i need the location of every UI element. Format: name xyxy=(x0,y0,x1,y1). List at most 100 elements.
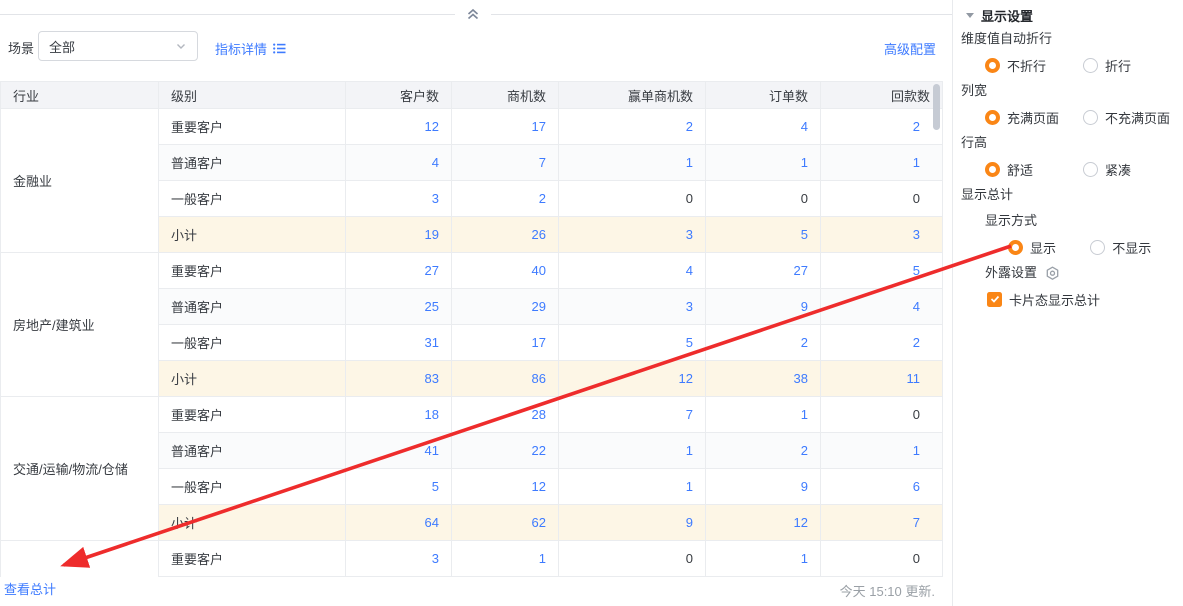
metric-value-link[interactable]: 1 xyxy=(686,155,693,170)
metric-value-link[interactable]: 28 xyxy=(532,407,546,422)
radio-unselected-icon[interactable] xyxy=(1083,109,1098,125)
value-cell: 5 xyxy=(345,468,452,505)
metric-value-link[interactable]: 40 xyxy=(532,263,546,278)
metric-value-link[interactable]: 27 xyxy=(425,263,439,278)
metric-detail-link[interactable]: 指标详情 xyxy=(215,39,287,58)
metric-value-link[interactable]: 18 xyxy=(425,407,439,422)
value-cell: 62 xyxy=(451,504,559,541)
metric-value-link[interactable]: 3 xyxy=(432,191,439,206)
radio-option[interactable]: 不充满页面 xyxy=(1083,108,1181,127)
value-cell: 40 xyxy=(451,252,559,289)
radio-selected-icon[interactable] xyxy=(985,109,1000,125)
metric-value-link[interactable]: 4 xyxy=(686,263,693,278)
metric-value-link[interactable]: 4 xyxy=(801,119,808,134)
metric-value-link[interactable]: 3 xyxy=(686,227,693,242)
metric-value-link[interactable]: 12 xyxy=(794,515,808,530)
radio-option[interactable]: 不折行 xyxy=(985,56,1083,75)
metric-value-link[interactable]: 1 xyxy=(913,155,920,170)
radio-option[interactable]: 充满页面 xyxy=(985,108,1083,127)
gear-icon[interactable] xyxy=(1044,265,1061,282)
vertical-scrollbar-thumb[interactable] xyxy=(933,84,940,130)
metric-value-link[interactable]: 86 xyxy=(532,371,546,386)
radio-option[interactable]: 舒适 xyxy=(985,160,1083,179)
metric-value-link[interactable]: 9 xyxy=(801,299,808,314)
metric-value-link[interactable]: 5 xyxy=(432,479,439,494)
column-header: 客户数 xyxy=(345,81,452,109)
radio-selected-icon[interactable] xyxy=(985,161,1000,177)
metric-value-link[interactable]: 2 xyxy=(801,443,808,458)
metric-value-link[interactable]: 7 xyxy=(913,515,920,530)
column-header: 订单数 xyxy=(705,81,821,109)
metric-value-link[interactable]: 17 xyxy=(532,119,546,134)
level-cell: 小计 xyxy=(158,504,346,541)
radio-option[interactable]: 紧凑 xyxy=(1083,160,1181,179)
radio-option[interactable]: 显示 xyxy=(1008,238,1090,257)
metric-value-link[interactable]: 41 xyxy=(425,443,439,458)
value-cell: 17 xyxy=(451,108,559,145)
metric-value: 0 xyxy=(685,191,693,206)
metric-value-link[interactable]: 19 xyxy=(425,227,439,242)
radio-unselected-icon[interactable] xyxy=(1083,161,1098,177)
metric-value-link[interactable]: 38 xyxy=(794,371,808,386)
metric-value-link[interactable]: 1 xyxy=(801,155,808,170)
radio-option[interactable]: 折行 xyxy=(1083,56,1181,75)
metric-value-link[interactable]: 1 xyxy=(539,551,546,566)
radio-selected-icon[interactable] xyxy=(1008,239,1023,255)
scene-select[interactable]: 全部 xyxy=(38,31,198,61)
metric-value-link[interactable]: 2 xyxy=(913,335,920,350)
advanced-config-link[interactable]: 高级配置 xyxy=(884,39,936,58)
metric-value-link[interactable]: 31 xyxy=(425,335,439,350)
metric-value-link[interactable]: 5 xyxy=(801,227,808,242)
metric-value-link[interactable]: 4 xyxy=(432,155,439,170)
metric-value-link[interactable]: 12 xyxy=(425,119,439,134)
metric-value-link[interactable]: 12 xyxy=(532,479,546,494)
radio-unselected-icon[interactable] xyxy=(1083,57,1098,73)
metric-value-link[interactable]: 62 xyxy=(532,515,546,530)
value-cell: 9 xyxy=(558,504,706,541)
metric-value-link[interactable]: 2 xyxy=(539,191,546,206)
metric-value-link[interactable]: 12 xyxy=(679,371,693,386)
metric-value-link[interactable]: 3 xyxy=(686,299,693,314)
radio-option-label: 充满页面 xyxy=(1007,110,1060,126)
metric-value-link[interactable]: 3 xyxy=(913,227,920,242)
metric-value-link[interactable]: 1 xyxy=(801,407,808,422)
metric-value-link[interactable]: 7 xyxy=(539,155,546,170)
metric-value-link[interactable]: 2 xyxy=(913,119,920,134)
metric-value-link[interactable]: 9 xyxy=(686,515,693,530)
industry-cell: 房地产/建筑业 xyxy=(0,252,159,397)
card-total-checkbox-row[interactable]: 卡片态显示总计 xyxy=(959,286,1183,312)
metric-value-link[interactable]: 6 xyxy=(913,479,920,494)
value-cell: 0 xyxy=(705,180,821,217)
list-icon xyxy=(273,43,286,54)
radio-unselected-icon[interactable] xyxy=(1090,239,1106,255)
collapse-panel-button[interactable] xyxy=(455,3,491,25)
metric-value-link[interactable]: 1 xyxy=(913,443,920,458)
metric-value-link[interactable]: 83 xyxy=(425,371,439,386)
checkbox-checked-icon[interactable] xyxy=(987,291,1002,307)
metric-value-link[interactable]: 5 xyxy=(913,263,920,278)
radio-selected-icon[interactable] xyxy=(985,57,1000,73)
metric-value-link[interactable]: 25 xyxy=(425,299,439,314)
metric-value-link[interactable]: 1 xyxy=(686,443,693,458)
metric-value-link[interactable]: 11 xyxy=(907,371,921,386)
metric-value-link[interactable]: 1 xyxy=(686,479,693,494)
value-cell: 0 xyxy=(820,540,943,577)
metric-value-link[interactable]: 9 xyxy=(801,479,808,494)
metric-value-link[interactable]: 1 xyxy=(801,551,808,566)
metric-value-link[interactable]: 22 xyxy=(532,443,546,458)
panel-collapse-header[interactable]: 显示设置 xyxy=(959,5,1183,26)
metric-value-link[interactable]: 5 xyxy=(686,335,693,350)
metric-value-link[interactable]: 26 xyxy=(532,227,546,242)
metric-value-link[interactable]: 27 xyxy=(794,263,808,278)
view-total-link[interactable]: 查看总计 xyxy=(4,579,56,598)
metric-value-link[interactable]: 2 xyxy=(801,335,808,350)
value-cell: 2 xyxy=(558,108,706,145)
metric-value-link[interactable]: 2 xyxy=(686,119,693,134)
metric-value-link[interactable]: 7 xyxy=(686,407,693,422)
metric-value-link[interactable]: 17 xyxy=(532,335,546,350)
radio-option[interactable]: 不显示 xyxy=(1090,238,1183,257)
metric-value-link[interactable]: 64 xyxy=(425,515,439,530)
metric-value-link[interactable]: 29 xyxy=(532,299,546,314)
metric-value-link[interactable]: 3 xyxy=(432,551,439,566)
metric-value-link[interactable]: 4 xyxy=(913,299,920,314)
